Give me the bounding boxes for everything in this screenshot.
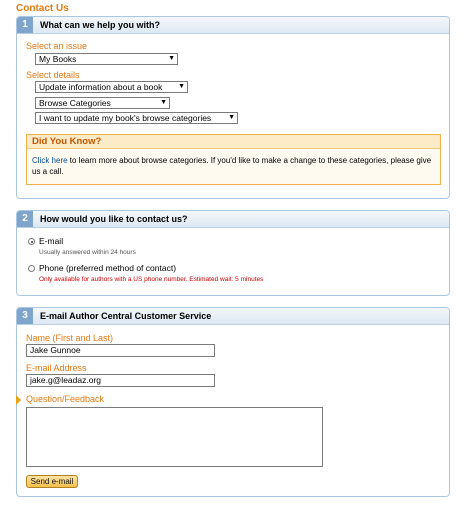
did-you-know-text: to learn more about browse categories. I… <box>32 156 432 176</box>
phone-option-note: Only available for authors with a US pho… <box>39 276 264 283</box>
email-radio[interactable] <box>28 238 35 245</box>
detail3-select[interactable]: I want to update my book's browse catego… <box>35 112 238 124</box>
page-title: Contact Us <box>16 3 69 14</box>
email-address-label: E-mail Address <box>26 363 87 373</box>
name-label: Name (First and Last) <box>26 333 114 343</box>
name-field[interactable]: Jake Gunnoe <box>26 344 215 357</box>
step2-title: How would you like to contact us? <box>40 214 188 224</box>
email-option-label: E-mail <box>39 236 64 246</box>
step2-header: 2 How would you like to contact us? <box>17 211 449 228</box>
details-label: Select details <box>26 70 80 80</box>
question-label: Question/Feedback <box>26 394 105 404</box>
step2-number: 2 <box>17 211 33 227</box>
email-field[interactable]: jake.g@leadaz.org <box>26 374 215 387</box>
chevron-down-icon: ▼ <box>228 114 235 121</box>
detail2-select-value: Browse Categories <box>39 98 111 108</box>
step1-number: 1 <box>17 17 33 33</box>
email-option-note: Usually answered within 24 hours <box>39 249 136 256</box>
detail1-select[interactable]: Update information about a book ▼ <box>35 81 188 93</box>
did-you-know-body: Click here to learn more about browse ca… <box>27 149 440 177</box>
current-field-arrow-icon <box>16 395 21 405</box>
chevron-down-icon: ▼ <box>168 55 175 62</box>
phone-option-label: Phone (preferred method of contact) <box>39 263 177 273</box>
step1-panel: 1 What can we help you with? Select an i… <box>16 16 450 199</box>
browse-categories-link[interactable]: Click here <box>32 156 68 165</box>
step3-title: E-mail Author Central Customer Service <box>40 311 212 321</box>
detail3-select-value: I want to update my book's browse catego… <box>39 113 212 123</box>
step3-number: 3 <box>17 308 33 324</box>
issue-select-value: My Books <box>39 54 77 64</box>
did-you-know-title: Did You Know? <box>27 135 440 149</box>
step3-header: 3 E-mail Author Central Customer Service <box>17 308 449 325</box>
issue-label: Select an issue <box>26 41 88 51</box>
detail1-select-value: Update information about a book <box>39 82 163 92</box>
phone-radio[interactable] <box>28 265 35 272</box>
step1-header: 1 What can we help you with? <box>17 17 449 34</box>
issue-select[interactable]: My Books ▼ <box>35 53 178 65</box>
step1-title: What can we help you with? <box>40 20 161 30</box>
send-email-button[interactable]: Send e-mail <box>26 475 78 488</box>
chevron-down-icon: ▼ <box>178 83 185 90</box>
detail2-select[interactable]: Browse Categories ▼ <box>35 97 170 109</box>
chevron-down-icon: ▼ <box>160 99 167 106</box>
step2-panel: 2 How would you like to contact us? E-ma… <box>16 210 450 296</box>
question-textarea[interactable] <box>26 407 323 467</box>
did-you-know-box: Did You Know? Click here to learn more a… <box>26 134 441 185</box>
step3-panel: 3 E-mail Author Central Customer Service… <box>16 307 450 497</box>
